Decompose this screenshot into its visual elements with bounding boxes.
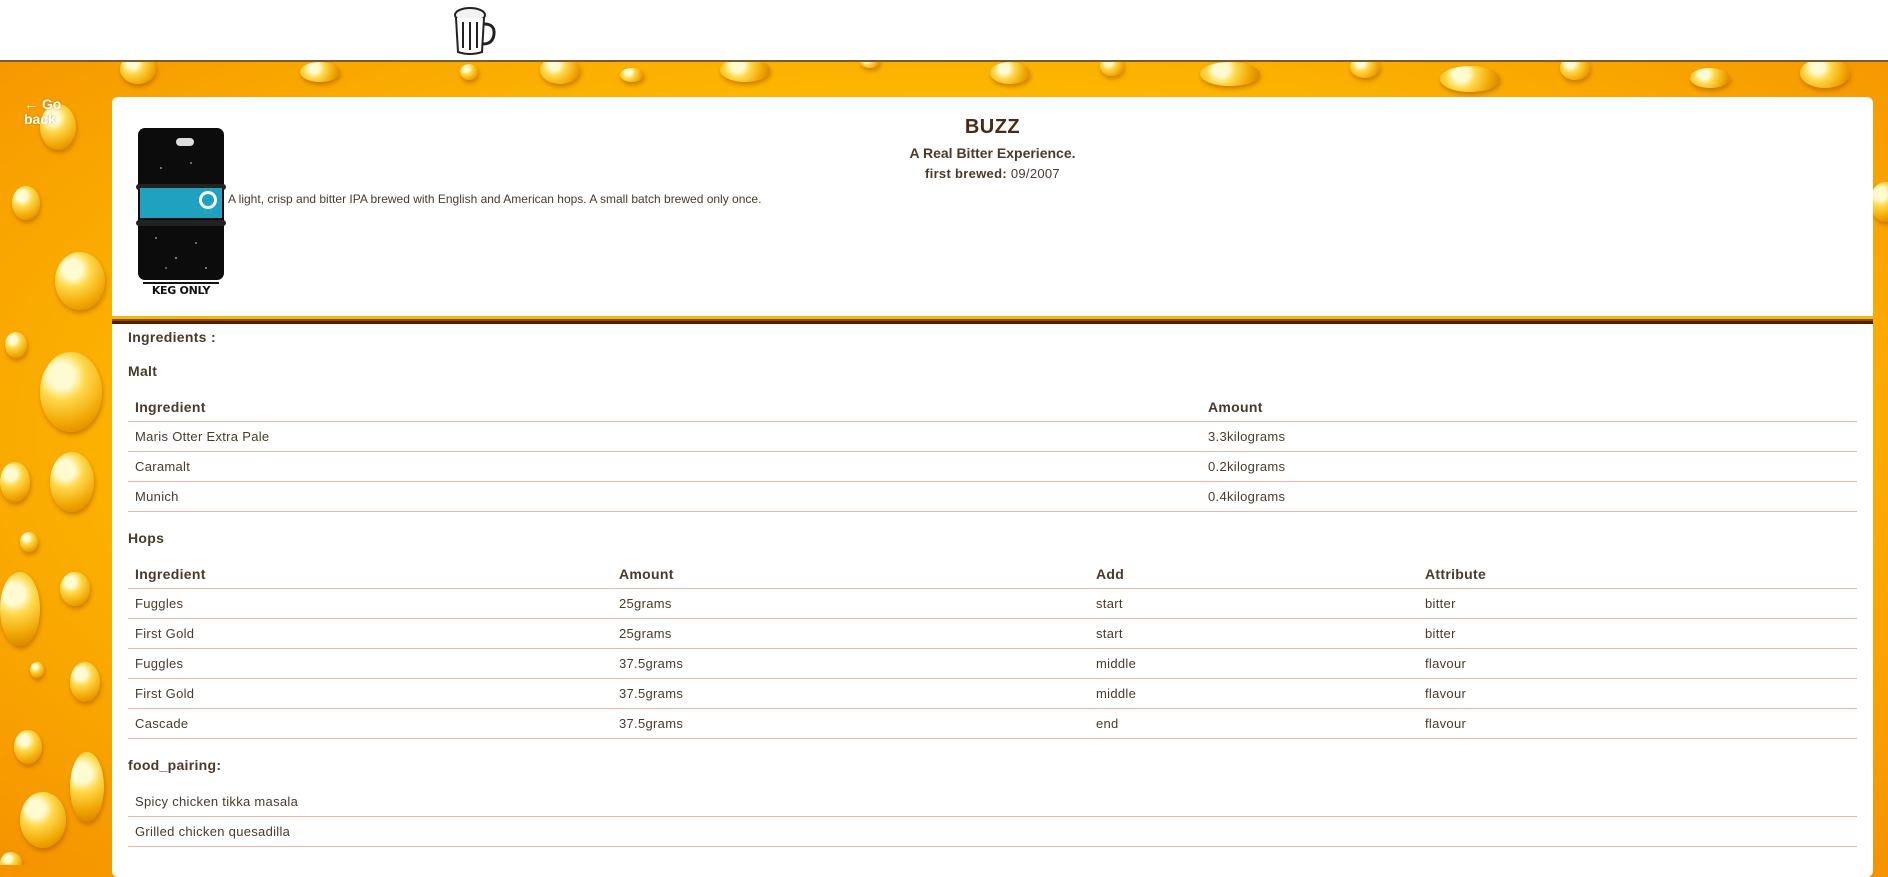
table-cell: First Gold xyxy=(128,678,612,709)
beer-tagline: A Real Bitter Experience. xyxy=(909,145,1076,161)
beer-name: BUZZ xyxy=(964,116,1021,138)
table-cell: First Gold xyxy=(128,618,612,649)
column-header: Add xyxy=(1089,566,1418,589)
table-header-row: Ingredient Amount xyxy=(128,399,1857,422)
beer-content: Ingredients : Malt Ingredient Amount Mar… xyxy=(112,329,1873,847)
table-cell: bitter xyxy=(1418,618,1857,649)
table-cell: Fuggles xyxy=(128,588,612,619)
top-navbar xyxy=(0,0,1888,62)
table-cell: 25grams xyxy=(612,618,1089,649)
table-cell: Munich xyxy=(128,481,1201,512)
column-header: Ingredient xyxy=(128,399,1201,422)
table-cell: Cascade xyxy=(128,708,612,739)
hops-table: Ingredient Amount Add Attribute Fuggles … xyxy=(128,566,1857,739)
table-cell: 0.4kilograms xyxy=(1201,481,1857,512)
food-pairing-item: Spicy chicken tikka masala xyxy=(128,787,1857,817)
food-pairing-heading: food_pairing: xyxy=(128,757,222,773)
table-cell: 0.2kilograms xyxy=(1201,451,1857,482)
food-pairing-item: Grilled chicken quesadilla xyxy=(128,816,1857,847)
table-row: Fuggles 37.5grams middle flavour xyxy=(128,648,1857,679)
column-header: Attribute xyxy=(1418,566,1857,589)
food-pairing-table: Spicy chicken tikka masala Grilled chick… xyxy=(128,787,1857,847)
beer-hero: KEG ONLY BUZZ A Real Bitter Experience. … xyxy=(112,97,1873,316)
table-cell: 25grams xyxy=(612,588,1089,619)
table-cell: middle xyxy=(1089,648,1418,679)
go-back-link[interactable]: ← Go back xyxy=(24,97,84,127)
table-cell: end xyxy=(1089,708,1418,739)
table-row: Munich 0.4kilograms xyxy=(128,481,1857,512)
section-divider xyxy=(112,316,1873,324)
ingredients-heading: Ingredients : xyxy=(128,329,216,345)
first-brewed-label: first brewed: xyxy=(925,166,1007,181)
first-brewed: first brewed: 09/2007 xyxy=(112,166,1873,181)
malt-heading: Malt xyxy=(128,363,158,379)
beer-description: A light, crisp and bitter IPA brewed wit… xyxy=(228,192,762,206)
beer-detail-card: KEG ONLY BUZZ A Real Bitter Experience. … xyxy=(112,97,1873,877)
table-cell: 37.5grams xyxy=(612,708,1089,739)
keg-caption: KEG ONLY xyxy=(151,284,211,297)
table-cell: flavour xyxy=(1418,678,1857,709)
table-cell: middle xyxy=(1089,678,1418,709)
table-cell: Caramalt xyxy=(128,451,1201,482)
beer-mug-icon[interactable] xyxy=(450,6,498,56)
beer-title-block: BUZZ A Real Bitter Experience. first bre… xyxy=(112,116,1873,181)
list-item: Grilled chicken quesadilla xyxy=(128,816,1857,847)
table-cell: Maris Otter Extra Pale xyxy=(128,421,1201,452)
list-item: Spicy chicken tikka masala xyxy=(128,787,1857,817)
table-cell: 3.3kilograms xyxy=(1201,421,1857,452)
table-row: Caramalt 0.2kilograms xyxy=(128,451,1857,482)
column-header: Ingredient xyxy=(128,566,612,589)
hops-heading: Hops xyxy=(128,530,165,546)
table-row: First Gold 37.5grams middle flavour xyxy=(128,678,1857,709)
table-row: Fuggles 25grams start bitter xyxy=(128,588,1857,619)
table-cell: 37.5grams xyxy=(612,678,1089,709)
malt-table: Ingredient Amount Maris Otter Extra Pale… xyxy=(128,399,1857,512)
table-row: Maris Otter Extra Pale 3.3kilograms xyxy=(128,421,1857,452)
table-row: First Gold 25grams start bitter xyxy=(128,618,1857,649)
table-cell: bitter xyxy=(1418,588,1857,619)
table-cell: Fuggles xyxy=(128,648,612,679)
table-cell: 37.5grams xyxy=(612,648,1089,679)
table-cell: start xyxy=(1089,588,1418,619)
table-cell: start xyxy=(1089,618,1418,649)
column-header: Amount xyxy=(1201,399,1857,422)
table-header-row: Ingredient Amount Add Attribute xyxy=(128,566,1857,589)
first-brewed-value: 09/2007 xyxy=(1010,166,1060,181)
table-row: Cascade 37.5grams end flavour xyxy=(128,708,1857,739)
column-header: Amount xyxy=(612,566,1089,589)
table-cell: flavour xyxy=(1418,708,1857,739)
table-cell: flavour xyxy=(1418,648,1857,679)
